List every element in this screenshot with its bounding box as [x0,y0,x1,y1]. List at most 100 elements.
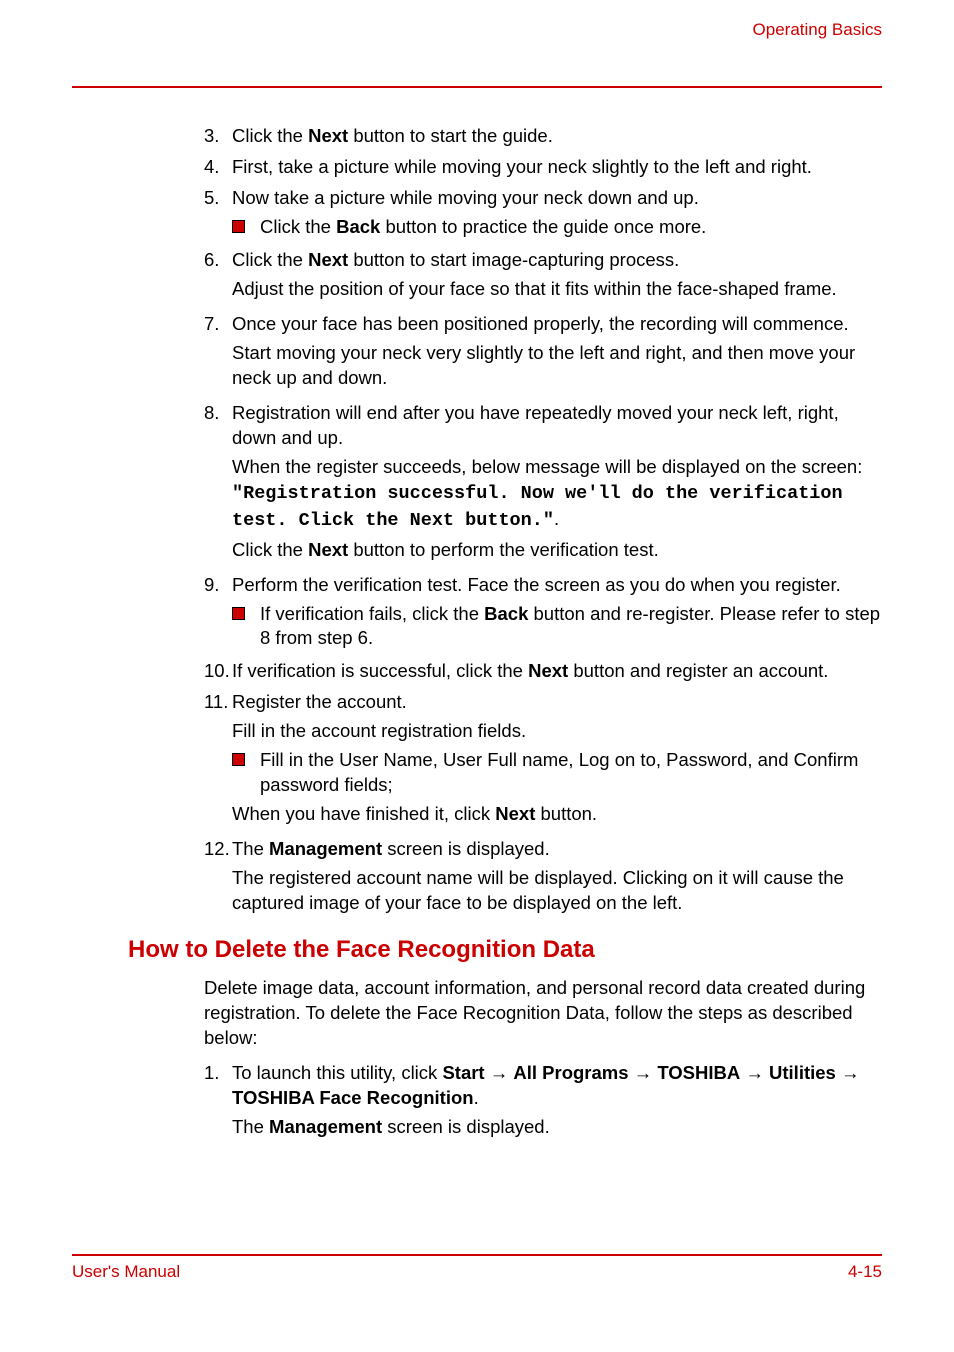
header-rule [72,86,882,88]
line: To launch this utility, click Start → Al… [232,1061,882,1111]
line: Registration will end after you have rep… [232,401,882,451]
para: Start moving your neck very slightly to … [232,341,882,391]
bold: Next [308,249,348,270]
bullet: If verification fails, click the Back bu… [232,602,882,652]
para: When you have finished it, click Next bu… [232,802,882,827]
text: Click the [260,216,336,237]
text: Click the [232,539,308,560]
bold: Back [484,603,528,624]
step-number: 5. [204,186,232,242]
text: Now take a picture while moving your nec… [232,186,882,211]
arrow-icon: → [485,1062,514,1083]
step-body: Registration will end after you have rep… [232,401,882,567]
bold: Next [528,660,568,681]
step-body: Register the account. Fill in the accoun… [232,690,882,831]
line: Click the Next button to start image-cap… [232,248,882,273]
bullet-text: Fill in the User Name, User Full name, L… [260,748,882,798]
para: Adjust the position of your face so that… [232,277,882,302]
step-body: To launch this utility, click Start → Al… [232,1061,882,1144]
text: The [232,1116,269,1137]
footer-rule [72,1254,882,1256]
text: If verification fails, click the [260,603,484,624]
step-number: 1. [204,1061,232,1144]
step-body: Click the Next button to start the guide… [232,124,882,149]
section2-content: 1. To launch this utility, click Start →… [204,1061,882,1144]
text: button to perform the verification test. [348,539,659,560]
line: The Management screen is displayed. [232,837,882,862]
section2-step-1: 1. To launch this utility, click Start →… [204,1061,882,1144]
bold: Utilities [769,1062,836,1083]
arrow-icon: → [740,1062,769,1083]
para: The registered account name will be disp… [232,866,882,916]
text: If verification is successful, click the [232,660,528,681]
bold: TOSHIBA Face Recognition [232,1087,474,1108]
text: Click the [232,249,308,270]
bold: Back [336,216,380,237]
step-number: 9. [204,573,232,654]
text: screen is displayed. [382,1116,550,1137]
step-body: If verification is successful, click the… [232,659,882,684]
footer-page-number: 4-15 [848,1262,882,1282]
step-body: Once your face has been positioned prope… [232,312,882,395]
text: . [474,1087,479,1108]
header-section-title: Operating Basics [753,20,882,40]
text: button to practice the guide once more. [380,216,706,237]
text: button. [535,803,597,824]
text: screen is displayed. [382,838,550,859]
text: . [554,508,559,529]
step-5: 5. Now take a picture while moving your … [204,186,882,242]
text: To launch this utility, click [232,1062,442,1083]
step-3: 3. Click the Next button to start the gu… [204,124,882,149]
step-9: 9. Perform the verification test. Face t… [204,573,882,654]
para: Click the Next button to perform the ver… [232,538,882,563]
bold: Next [308,539,348,560]
step-10: 10. If verification is successful, click… [204,659,882,684]
text: button to start image-capturing process. [348,249,679,270]
bold: Next [308,125,348,146]
section-heading: How to Delete the Face Recognition Data [128,936,882,964]
step-number: 12. [204,837,232,920]
main-content: 3. Click the Next button to start the gu… [204,124,882,920]
para: When the register succeeds, below messag… [232,455,882,534]
bullet-text: Click the Back button to practice the gu… [260,215,882,240]
step-body: Now take a picture while moving your nec… [232,186,882,242]
text: The [232,838,269,859]
bold: TOSHIBA [657,1062,740,1083]
bullet: Fill in the User Name, User Full name, L… [232,748,882,798]
page: Operating Basics 3. Click the Next butto… [0,0,954,1352]
step-body: First, take a picture while moving your … [232,155,882,180]
step-body: Click the Next button to start image-cap… [232,248,882,306]
arrow-icon: → [629,1062,658,1083]
line: Register the account. [232,690,882,715]
bold: Next [495,803,535,824]
bold: Management [269,838,382,859]
footer: User's Manual 4-15 [72,1254,882,1282]
footer-left: User's Manual [72,1262,180,1282]
step-number: 8. [204,401,232,567]
step-11: 11. Register the account. Fill in the ac… [204,690,882,831]
arrow-icon: → [836,1062,860,1083]
mono-text: "Registration successful. Now we'll do t… [232,483,843,531]
bullet-icon [232,215,260,240]
footer-row: User's Manual 4-15 [72,1262,882,1282]
step-number: 6. [204,248,232,306]
line: Once your face has been positioned prope… [232,312,882,337]
step-4: 4. First, take a picture while moving yo… [204,155,882,180]
bullet-icon [232,602,260,652]
step-number: 4. [204,155,232,180]
bullet: Click the Back button to practice the gu… [232,215,882,240]
step-12: 12. The Management screen is displayed. … [204,837,882,920]
step-number: 10. [204,659,232,684]
para: The Management screen is displayed. [232,1115,882,1140]
line: Perform the verification test. Face the … [232,573,882,598]
text: Click the [232,125,308,146]
text: When the register succeeds, below messag… [232,456,862,477]
bold: Start [442,1062,484,1083]
step-7: 7. Once your face has been positioned pr… [204,312,882,395]
bold: All Programs [513,1062,628,1083]
header: Operating Basics [72,20,882,60]
text: button and register an account. [568,660,828,681]
para: Fill in the account registration fields. [232,719,882,744]
bullet-icon [232,748,260,798]
text: When you have finished it, click [232,803,495,824]
